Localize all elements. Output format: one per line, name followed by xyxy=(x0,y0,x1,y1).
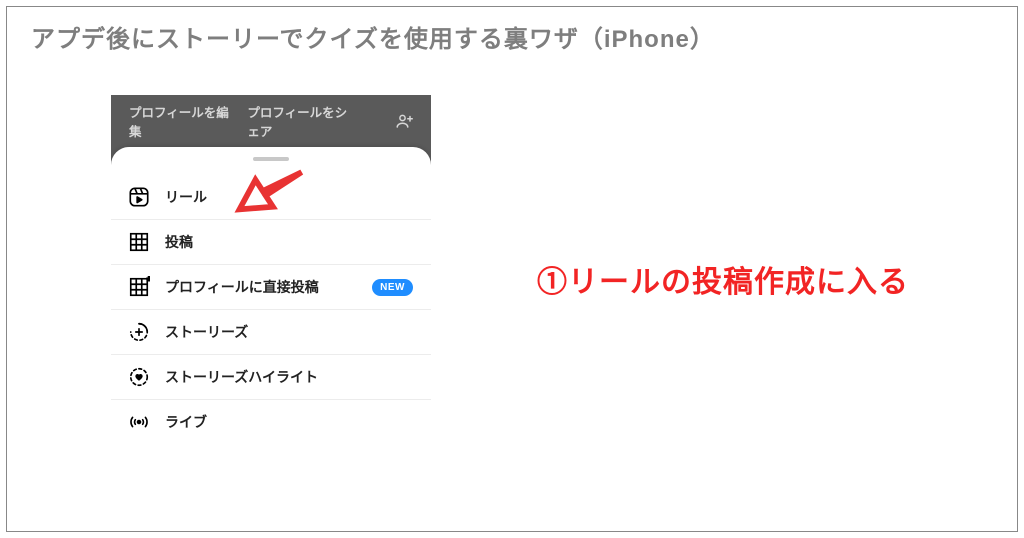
figure-title: アプデ後にストーリーでクイズを使用する裏ワザ（iPhone） xyxy=(31,19,715,54)
menu-item-direct-post[interactable]: プロフィールに直接投稿 NEW xyxy=(111,265,431,310)
highlight-heart-icon xyxy=(127,365,151,389)
menu-item-label: ストーリーズ xyxy=(165,322,413,342)
figure-frame: アプデ後にストーリーでクイズを使用する裏ワザ（iPhone） プロフィールを編集… xyxy=(6,6,1018,532)
menu-item-label: ストーリーズハイライト xyxy=(165,367,413,387)
live-icon xyxy=(127,410,151,434)
grid-plus-icon xyxy=(127,275,151,299)
new-badge: NEW xyxy=(372,279,413,296)
menu-item-live[interactable]: ライブ xyxy=(111,400,431,444)
menu-item-stories[interactable]: ストーリーズ xyxy=(111,310,431,355)
add-friend-icon[interactable] xyxy=(395,112,413,130)
menu-item-reel[interactable]: リール xyxy=(111,175,431,220)
menu-item-label: 投稿 xyxy=(165,232,413,252)
reel-icon xyxy=(127,185,151,209)
grid-icon xyxy=(127,230,151,254)
stories-add-icon xyxy=(127,320,151,344)
menu-item-label: リール xyxy=(165,187,413,207)
menu-item-label: プロフィールに直接投稿 xyxy=(165,277,358,297)
create-bottom-sheet: リール 投稿 xyxy=(111,147,431,491)
step-annotation-text: ①リールの投稿作成に入る xyxy=(537,257,909,301)
sheet-grabber[interactable] xyxy=(253,157,289,161)
share-profile-button[interactable]: プロフィールをシェア xyxy=(247,102,359,140)
menu-item-post[interactable]: 投稿 xyxy=(111,220,431,265)
phone-screenshot: プロフィールを編集 プロフィールをシェア xyxy=(111,95,431,491)
edit-profile-button[interactable]: プロフィールを編集 xyxy=(129,102,229,140)
menu-item-label: ライブ xyxy=(165,412,413,432)
profile-action-bar: プロフィールを編集 プロフィールをシェア xyxy=(111,95,431,147)
menu-item-highlights[interactable]: ストーリーズハイライト xyxy=(111,355,431,400)
